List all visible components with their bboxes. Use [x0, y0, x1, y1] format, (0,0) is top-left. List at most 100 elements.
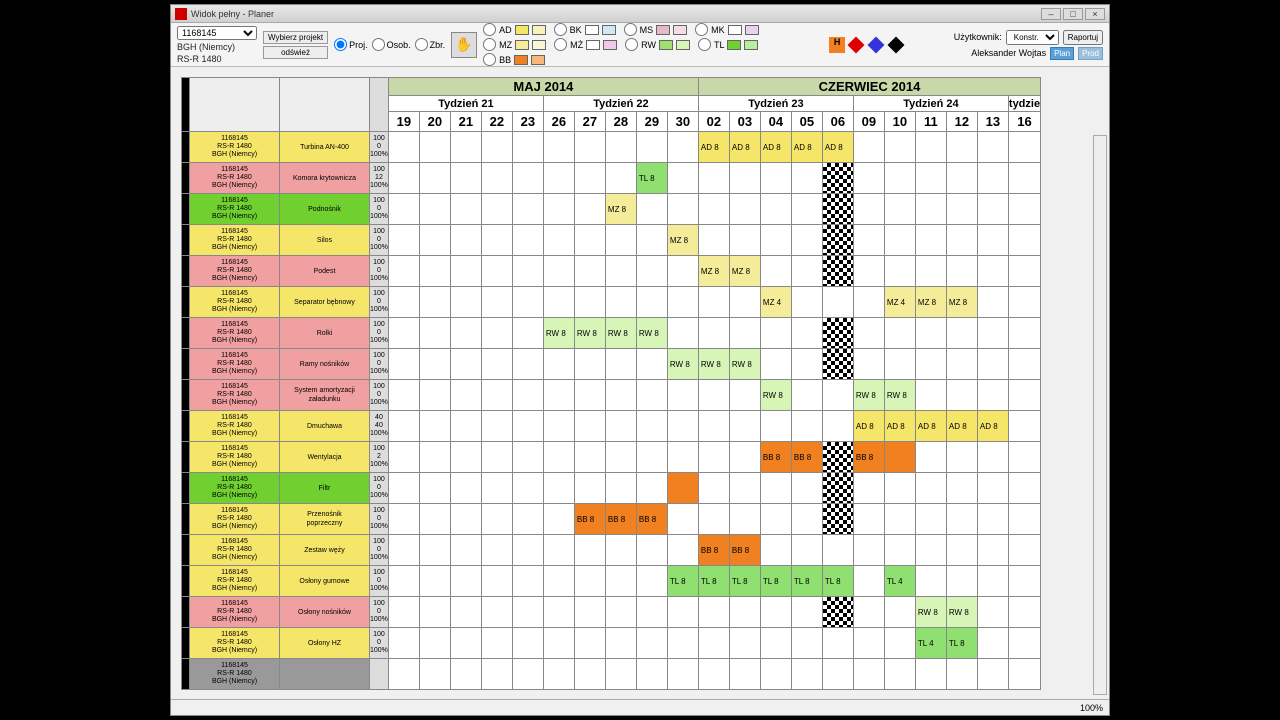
empty-cell[interactable] [574, 411, 605, 442]
empty-cell[interactable] [419, 287, 450, 318]
milestone-flag[interactable] [822, 318, 853, 349]
empty-cell[interactable] [512, 163, 543, 194]
empty-cell[interactable] [791, 628, 822, 659]
empty-cell[interactable] [450, 380, 481, 411]
task-cell[interactable]: RW 8 [543, 318, 574, 349]
task-cell[interactable]: MZ 8 [698, 256, 729, 287]
row-handle[interactable] [182, 628, 190, 659]
empty-cell[interactable] [853, 225, 884, 256]
empty-cell[interactable] [419, 628, 450, 659]
empty-cell[interactable] [450, 473, 481, 504]
vertical-scrollbar[interactable] [1093, 135, 1107, 695]
empty-cell[interactable] [667, 287, 698, 318]
empty-cell[interactable] [884, 504, 915, 535]
empty-cell[interactable] [419, 225, 450, 256]
empty-cell[interactable] [1008, 225, 1040, 256]
empty-cell[interactable] [729, 597, 760, 628]
empty-cell[interactable] [388, 287, 419, 318]
empty-cell[interactable] [388, 535, 419, 566]
milestone-flag[interactable] [822, 163, 853, 194]
empty-cell[interactable] [388, 256, 419, 287]
empty-cell[interactable] [1008, 318, 1040, 349]
empty-cell[interactable] [450, 597, 481, 628]
empty-cell[interactable] [1008, 256, 1040, 287]
empty-cell[interactable] [636, 659, 667, 690]
empty-cell[interactable] [636, 287, 667, 318]
empty-cell[interactable] [388, 473, 419, 504]
empty-cell[interactable] [667, 442, 698, 473]
empty-cell[interactable] [729, 504, 760, 535]
prod-button[interactable]: Prod [1078, 47, 1103, 60]
empty-cell[interactable] [419, 473, 450, 504]
empty-cell[interactable] [388, 163, 419, 194]
empty-cell[interactable] [574, 535, 605, 566]
empty-cell[interactable] [512, 132, 543, 163]
empty-cell[interactable] [481, 318, 512, 349]
empty-cell[interactable] [667, 318, 698, 349]
minimize-button[interactable]: – [1041, 8, 1061, 20]
empty-cell[interactable] [698, 628, 729, 659]
empty-cell[interactable] [512, 628, 543, 659]
empty-cell[interactable] [729, 225, 760, 256]
task-break[interactable] [853, 628, 884, 659]
empty-cell[interactable] [884, 349, 915, 380]
empty-cell[interactable] [977, 318, 1008, 349]
empty-cell[interactable] [543, 566, 574, 597]
empty-cell[interactable] [822, 659, 853, 690]
empty-cell[interactable] [419, 442, 450, 473]
task-cell[interactable]: AD 8 [729, 132, 760, 163]
empty-cell[interactable] [1008, 659, 1040, 690]
empty-cell[interactable] [605, 442, 636, 473]
task-cell[interactable]: AD 8 [760, 132, 791, 163]
empty-cell[interactable] [481, 349, 512, 380]
empty-cell[interactable] [977, 132, 1008, 163]
empty-cell[interactable] [760, 535, 791, 566]
task-cell[interactable]: AD 8 [884, 411, 915, 442]
empty-cell[interactable] [419, 566, 450, 597]
empty-cell[interactable] [698, 163, 729, 194]
empty-cell[interactable] [698, 411, 729, 442]
task-cell[interactable]: RW 8 [574, 318, 605, 349]
empty-cell[interactable] [636, 597, 667, 628]
empty-cell[interactable] [915, 473, 946, 504]
empty-cell[interactable] [1008, 163, 1040, 194]
empty-cell[interactable] [915, 318, 946, 349]
task-break[interactable] [853, 287, 884, 318]
empty-cell[interactable] [698, 194, 729, 225]
empty-cell[interactable] [481, 628, 512, 659]
empty-cell[interactable] [760, 163, 791, 194]
empty-cell[interactable] [388, 504, 419, 535]
empty-cell[interactable] [853, 535, 884, 566]
empty-cell[interactable] [977, 163, 1008, 194]
empty-cell[interactable] [667, 628, 698, 659]
empty-cell[interactable] [574, 256, 605, 287]
task-cell[interactable]: RW 8 [605, 318, 636, 349]
task-cell[interactable]: AD 8 [822, 132, 853, 163]
task-cell[interactable]: TL 8 [729, 566, 760, 597]
row-handle[interactable] [182, 535, 190, 566]
empty-cell[interactable] [512, 380, 543, 411]
empty-cell[interactable] [574, 132, 605, 163]
empty-cell[interactable] [388, 566, 419, 597]
task-cell[interactable]: BB 8 [791, 442, 822, 473]
empty-cell[interactable] [698, 318, 729, 349]
task-cell[interactable]: RW 8 [729, 349, 760, 380]
empty-cell[interactable] [419, 349, 450, 380]
empty-cell[interactable] [636, 256, 667, 287]
empty-cell[interactable] [977, 473, 1008, 504]
row-handle[interactable] [182, 659, 190, 690]
empty-cell[interactable] [450, 225, 481, 256]
empty-cell[interactable] [1008, 287, 1040, 318]
task-cell[interactable]: AD 8 [915, 411, 946, 442]
empty-cell[interactable] [605, 628, 636, 659]
empty-cell[interactable] [388, 628, 419, 659]
task-cell[interactable] [667, 473, 698, 504]
empty-cell[interactable] [605, 163, 636, 194]
empty-cell[interactable] [1008, 349, 1040, 380]
task-cell[interactable]: TL 8 [760, 566, 791, 597]
empty-cell[interactable] [915, 132, 946, 163]
empty-cell[interactable] [946, 504, 977, 535]
empty-cell[interactable] [419, 504, 450, 535]
empty-cell[interactable] [450, 349, 481, 380]
empty-cell[interactable] [574, 194, 605, 225]
